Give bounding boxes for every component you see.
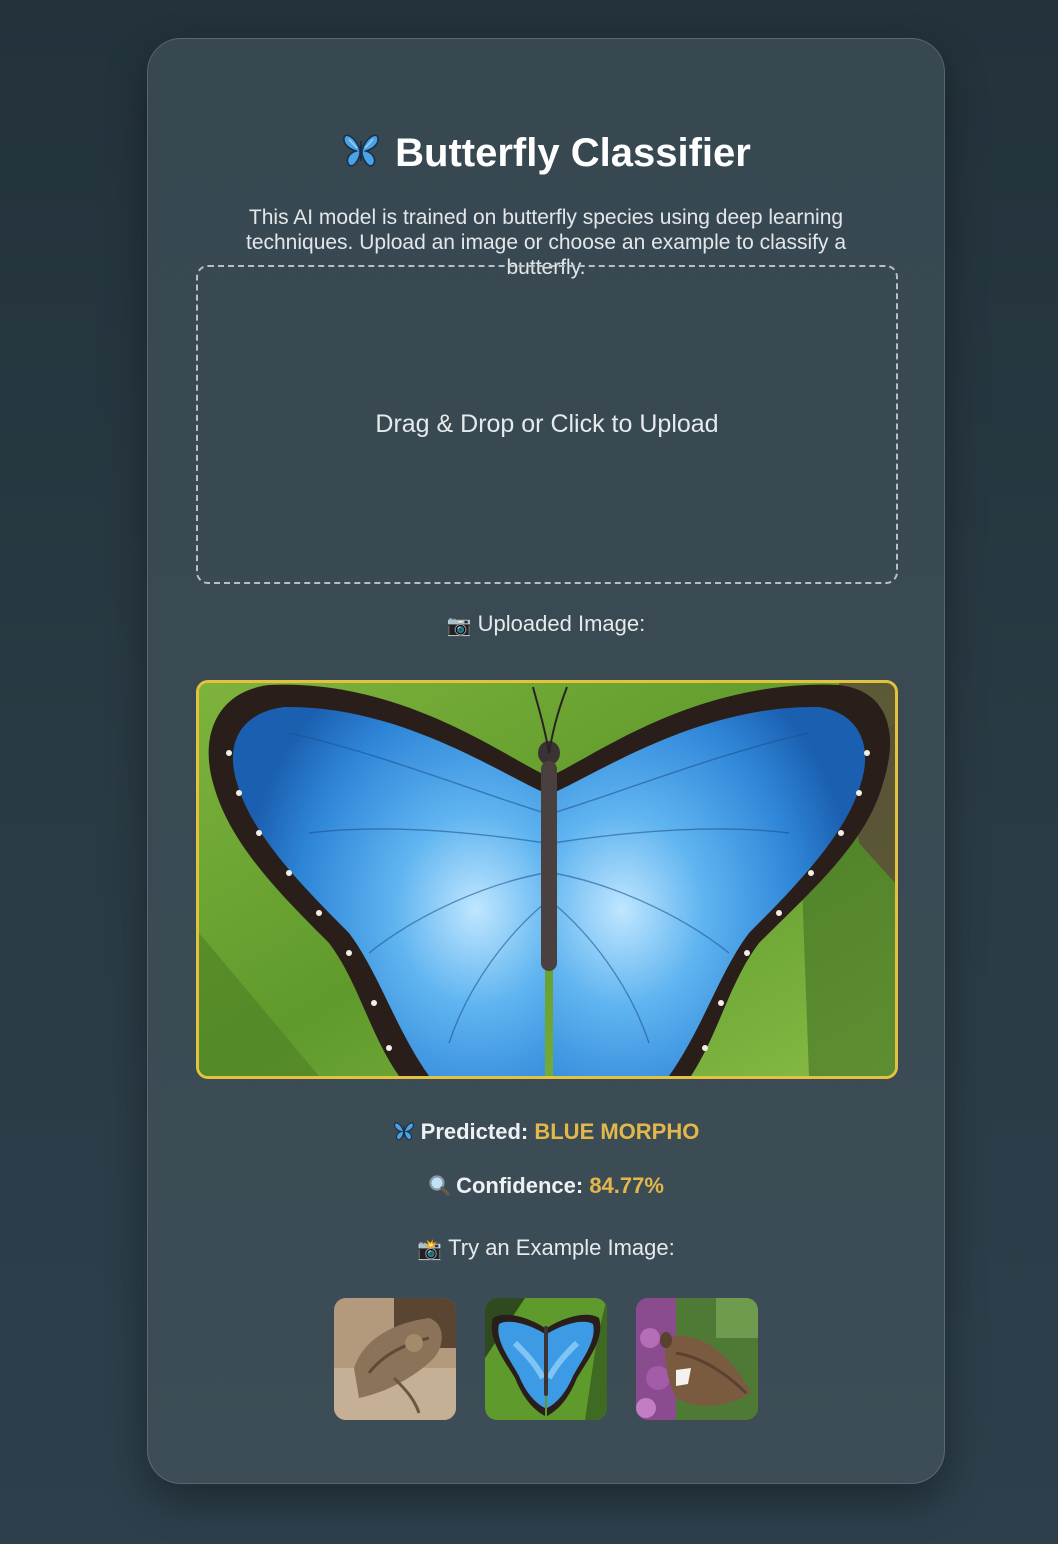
confidence-value: 84.77% [589,1173,664,1198]
prediction-value: BLUE MORPHO [534,1119,700,1144]
upload-prompt: Drag & Drop or Click to Upload [375,410,719,438]
camera-flash-icon: 📸 [417,1239,443,1261]
example-label-text: Try an Example Image: [448,1235,675,1260]
moth-thumbnail [334,1298,456,1420]
title-text: Butterfly Classifier [395,131,751,175]
uploaded-label-text: Uploaded Image: [477,611,646,636]
skipper-thumbnail [636,1298,758,1420]
example-images-label: 📸 Try an Example Image: [148,1235,944,1262]
example-images-list [148,1298,944,1420]
prediction-result: Predicted: BLUE MORPHO [148,1119,944,1145]
butterfly-icon [343,134,380,167]
example-image-moth[interactable] [334,1298,456,1420]
blue-morpho-image [199,683,895,1076]
camera-icon: 📷 [446,615,472,637]
example-image-blue-morpho[interactable] [485,1298,607,1420]
upload-dropzone[interactable]: Drag & Drop or Click to Upload [196,265,898,584]
blue-morpho-thumbnail [485,1298,607,1420]
uploaded-image-preview [196,680,898,1079]
confidence-label: Confidence: [456,1173,584,1198]
magnifier-icon [429,1175,450,1196]
butterfly-icon [393,1122,414,1141]
page-title: Butterfly Classifier [148,129,944,177]
confidence-result: Confidence: 84.77% [148,1173,944,1199]
classifier-card: Butterfly Classifier This AI model is tr… [147,38,945,1484]
uploaded-image-label: 📷 Uploaded Image: [148,611,944,638]
example-image-skipper[interactable] [636,1298,758,1420]
prediction-label: Predicted: [420,1119,529,1144]
